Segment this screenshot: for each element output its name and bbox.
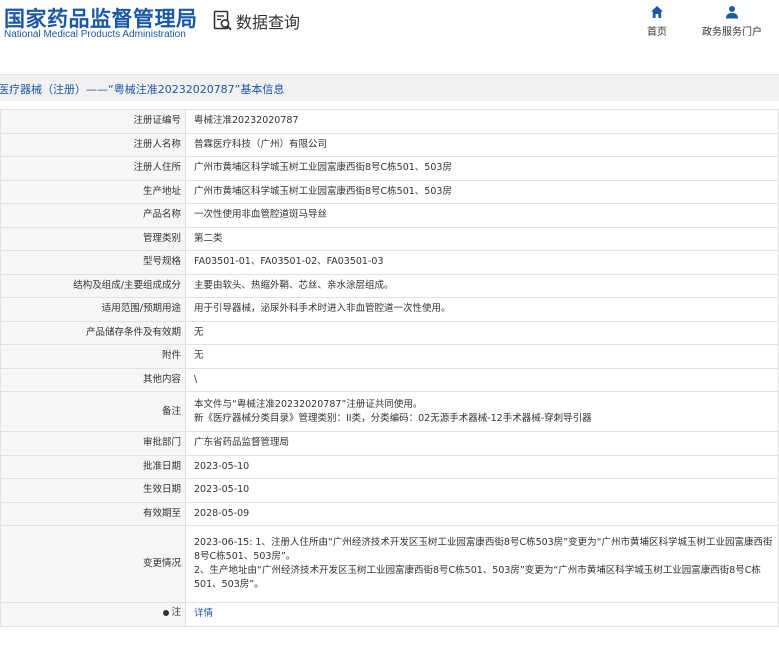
table-row: 产品名称 一次性使用非血管腔道斑马导丝 <box>0 203 779 228</box>
table-row: 生效日期 2023-05-10 <box>0 478 779 503</box>
field-label: 注册证编号 <box>0 109 186 134</box>
nav-service-portal-label: 政务服务门户 <box>702 27 762 38</box>
field-value-line: 新《医疗器械分类目录》管理类别：II类，分类编码：02无源手术器械-12手术器械… <box>194 412 592 424</box>
field-label: 注册人住所 <box>0 156 186 181</box>
field-value-line: 无 <box>194 326 204 338</box>
field-value: 一次性使用非血管腔道斑马导丝 <box>185 203 779 228</box>
field-value: FA03501-01、FA03501-02、FA03501-03 <box>185 250 779 275</box>
field-value: 第二类 <box>185 226 779 251</box>
field-value-line: 粤械注准20232020787 <box>194 115 299 127</box>
field-value-line: 2023-05-10 <box>194 484 250 496</box>
field-value: 广州市黄埔区科学城玉树工业园富康西街8号C栋501、503房 <box>185 179 779 204</box>
field-label: 备注 <box>0 391 186 432</box>
nav-home[interactable]: 首页 <box>647 5 667 38</box>
table-row: 有效期至 2028-05-09 <box>0 501 779 526</box>
field-label: 生产地址 <box>0 179 186 204</box>
document-search-icon <box>213 10 232 31</box>
field-value-line: 广州市黄埔区科学城玉树工业园富康西街8号C栋501、503房 <box>194 185 452 197</box>
breadcrumb-bar: 医疗器械（注册）——“粤械注准20232020787”基本信息 <box>0 74 779 101</box>
field-value-line: 第二类 <box>194 232 223 244</box>
table-row: 注册证编号 粤械注准20232020787 <box>0 109 779 134</box>
field-value: 本文件与“粤械注准20232020787”注册证共同使用。新《医疗器械分类目录》… <box>185 391 779 432</box>
table-row: 型号规格 FA03501-01、FA03501-02、FA03501-03 <box>0 250 779 275</box>
field-value-line: 广州市黄埔区科学城玉树工业园富康西街8号C栋501、503房 <box>194 162 452 174</box>
table-row: 结构及组成/主要组成成分 主要由软头、热缩外鞘、芯丝、亲水涂层组成。 <box>0 273 779 298</box>
field-value-line: 普霖医疗科技（广州）有限公司 <box>194 138 328 150</box>
user-icon <box>726 6 738 19</box>
field-value-line: FA03501-01、FA03501-02、FA03501-03 <box>194 256 384 268</box>
field-label: 管理类别 <box>0 226 186 251</box>
field-label: 批准日期 <box>0 454 186 479</box>
field-value-line: 无 <box>194 350 204 362</box>
table-row: 产品储存条件及有效期无 <box>0 320 779 345</box>
field-label: 审批部门 <box>0 431 186 456</box>
table-row: 生产地址 广州市黄埔区科学城玉树工业园富康西街8号C栋501、503房 <box>0 179 779 204</box>
app-title-text: 数据查询 <box>236 13 301 32</box>
org-name-en[interactable]: National Medical Products Administration <box>4 29 186 40</box>
field-value-line: 2、生产地址由“广州经济技术开发区玉树工业园富康西街8号C栋501、503房”变… <box>194 565 761 590</box>
table-row: 其他内容 \ <box>0 367 779 392</box>
field-value: 2023-05-10 <box>185 478 779 503</box>
field-value-line: \ <box>194 373 198 385</box>
field-value: 广东省药品监督管理局 <box>185 431 779 456</box>
registration-info-table: 注册证编号 粤械注准20232020787 注册人名称 普霖医疗科技（广州）有限公司注… <box>0 109 779 627</box>
field-label: 变更情况 <box>0 525 186 603</box>
field-label: 产品储存条件及有效期 <box>0 320 186 345</box>
field-value-line: 主要由软头、热缩外鞘、芯丝、亲水涂层组成。 <box>194 279 394 291</box>
field-value: 广州市黄埔区科学城玉树工业园富康西街8号C栋501、503房 <box>185 156 779 181</box>
field-value-line: 广东省药品监督管理局 <box>194 437 290 449</box>
field-value: \ <box>185 367 779 392</box>
table-row: 注册人名称 普霖医疗科技（广州）有限公司 <box>0 132 779 157</box>
note-label: 注 <box>171 607 181 619</box>
field-value: 2023-05-10 <box>185 454 779 479</box>
nav-service-portal[interactable]: 政务服务门户 <box>702 5 762 38</box>
field-label: 其他内容 <box>0 367 186 392</box>
field-value: 粤械注准20232020787 <box>185 109 779 134</box>
table-row: 审批部门 广东省药品监督管理局 <box>0 431 779 456</box>
table-row: 管理类别 第二类 <box>0 226 779 251</box>
field-label: 产品名称 <box>0 203 186 228</box>
field-label: 附件 <box>0 344 186 369</box>
field-value: 用于引导器械，泌尿外科手术时进入非血管腔道一次性使用。 <box>185 297 779 322</box>
field-value-line: 2023-05-10 <box>194 460 250 472</box>
detail-link[interactable]: 详情 <box>194 608 213 619</box>
field-value-line: 2023-06-15: 1、注册人住所由“广州经济技术开发区玉树工业园富康西街8… <box>194 537 773 562</box>
home-icon <box>651 6 663 18</box>
field-label: 结构及组成/主要组成成分 <box>0 273 186 298</box>
field-value-line: 2028-05-09 <box>194 507 250 519</box>
field-label: 生效日期 <box>0 478 186 503</box>
table-row-note: 注 详情 <box>0 602 779 627</box>
table-row: 批准日期 2023-05-10 <box>0 454 779 479</box>
table-row: 附件无 <box>0 344 779 369</box>
field-value: 详情 <box>185 602 779 627</box>
table-row: 备注 本文件与“粤械注准20232020787”注册证共同使用。新《医疗器械分类目… <box>0 391 779 432</box>
table-row: 变更情况 2023-06-15: 1、注册人住所由“广州经济技术开发区玉树工业园富… <box>0 525 779 603</box>
table-row: 适用范围/预期用途 用于引导器械，泌尿外科手术时进入非血管腔道一次性使用。 <box>0 297 779 322</box>
field-label: 注 <box>0 602 186 627</box>
field-value: 2023-06-15: 1、注册人住所由“广州经济技术开发区玉树工业园富康西街8… <box>185 525 779 603</box>
table-row: 注册人住所 广州市黄埔区科学城玉树工业园富康西街8号C栋501、503房 <box>0 156 779 181</box>
field-value: 无 <box>185 320 779 345</box>
bullet-icon <box>163 610 170 617</box>
field-value: 主要由软头、热缩外鞘、芯丝、亲水涂层组成。 <box>185 273 779 298</box>
field-value-line: 一次性使用非血管腔道斑马导丝 <box>194 209 328 221</box>
field-value-line: 用于引导器械，泌尿外科手术时进入非血管腔道一次性使用。 <box>194 303 451 315</box>
app-title: 数据查询 <box>213 9 300 33</box>
field-label: 注册人名称 <box>0 132 186 157</box>
field-value: 普霖医疗科技（广州）有限公司 <box>185 132 779 157</box>
field-value: 无 <box>185 344 779 369</box>
field-label: 适用范围/预期用途 <box>0 297 186 322</box>
field-value: 2028-05-09 <box>185 501 779 526</box>
nav-home-label: 首页 <box>647 27 667 38</box>
field-value-line: 本文件与“粤械注准20232020787”注册证共同使用。 <box>194 398 423 410</box>
breadcrumb: 医疗器械（注册）——“粤械注准20232020787”基本信息 <box>0 83 285 96</box>
field-label: 有效期至 <box>0 501 186 526</box>
field-label: 型号规格 <box>0 250 186 275</box>
site-header: 国家药品监督管理局 National Medical Products Admi… <box>0 0 779 68</box>
